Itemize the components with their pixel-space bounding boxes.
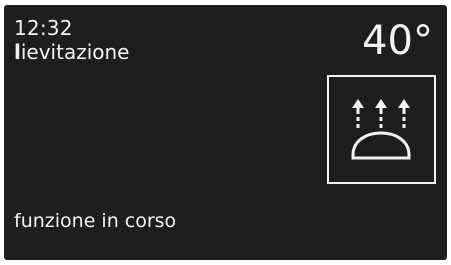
mode-label-rest: ievitazione xyxy=(20,40,130,64)
dough-rising-icon xyxy=(351,99,411,160)
temperature-readout: 40° xyxy=(362,18,433,64)
function-icon-box xyxy=(327,75,436,184)
clock-time: 12:32 xyxy=(14,16,73,40)
mode-label: lievitazione xyxy=(14,41,129,63)
mode-label-initial: l xyxy=(14,40,21,64)
status-text: funzione in corso xyxy=(14,210,177,232)
oven-display: 12:32 lievitazione 40° funzione in corso xyxy=(4,5,447,260)
